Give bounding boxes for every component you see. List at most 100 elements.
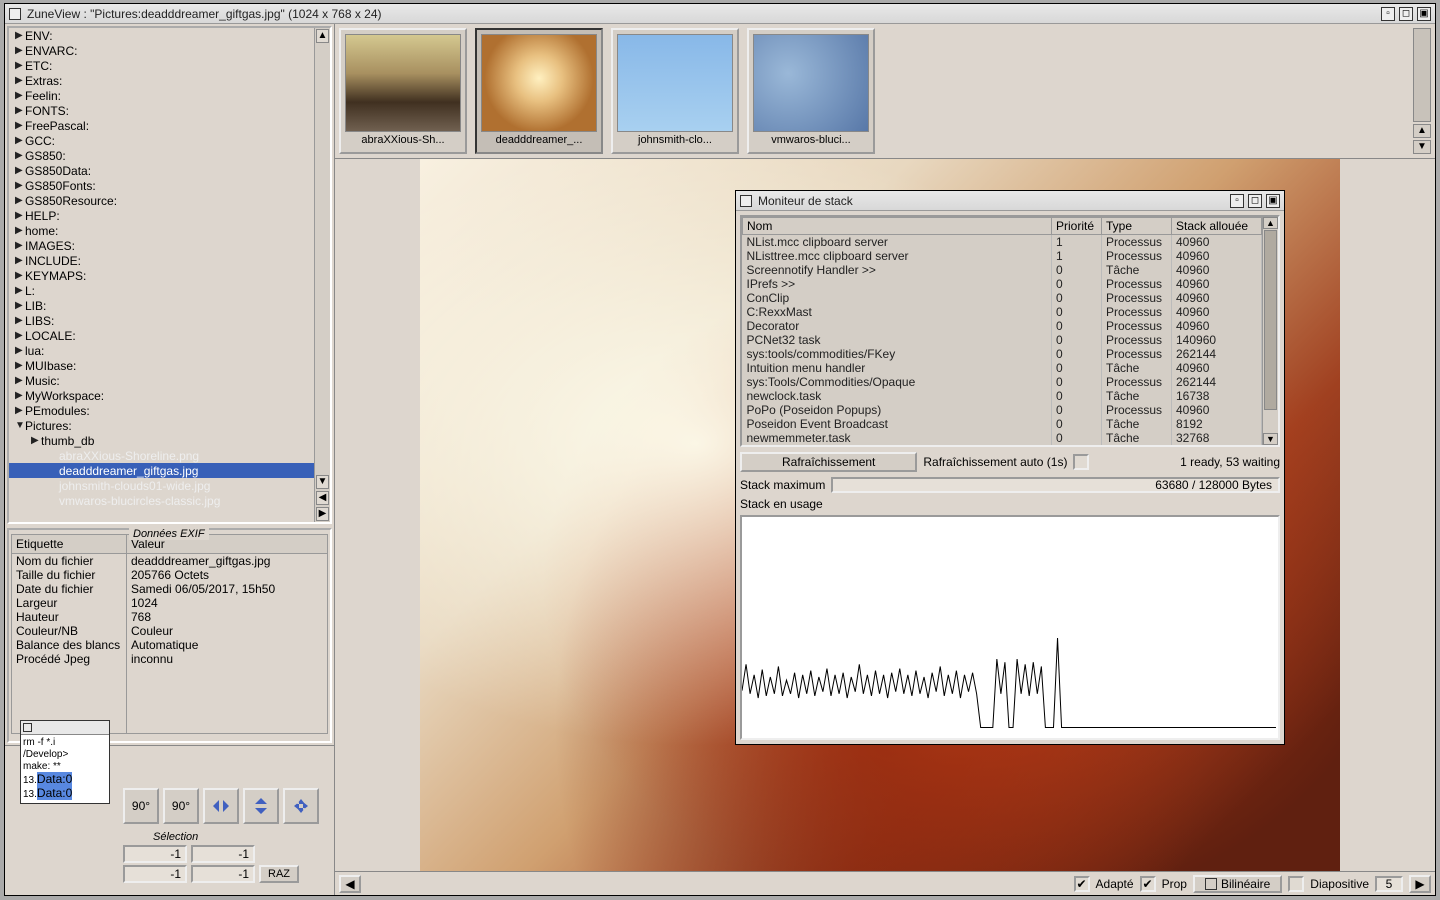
sel-y1[interactable]: [191, 845, 255, 863]
tree-item[interactable]: ▶ GS850Data:: [9, 163, 314, 178]
tree-item[interactable]: ▶ HELP:: [9, 208, 314, 223]
process-row[interactable]: newmemmeter.task0Tâche32768: [743, 431, 1262, 445]
tree-item[interactable]: ▶ GS850Fonts:: [9, 178, 314, 193]
tree-item[interactable]: johnsmith-clouds01-wide.jpg: [9, 478, 314, 493]
process-row[interactable]: PoPo (Poseidon Popups)0Processus40960: [743, 403, 1262, 417]
process-row[interactable]: Intuition menu handler0Tâche40960: [743, 361, 1262, 375]
tree-item[interactable]: ▶ GCC:: [9, 133, 314, 148]
raz-button[interactable]: RAZ: [259, 865, 299, 883]
tree-item[interactable]: ▶ ENV:: [9, 28, 314, 43]
tree-item[interactable]: ▶ lua:: [9, 343, 314, 358]
monitor-close-icon[interactable]: [740, 195, 752, 207]
auto-refresh-checkbox[interactable]: [1073, 454, 1089, 470]
process-row[interactable]: NList.mcc clipboard server1Processus4096…: [743, 235, 1262, 250]
monitor-scrollbar[interactable]: ▲ ▼: [1262, 217, 1278, 445]
flip-v-button[interactable]: [243, 788, 279, 824]
process-row[interactable]: sys:tools/commodities/FKey0Processus2621…: [743, 347, 1262, 361]
tree-item[interactable]: ▶ IMAGES:: [9, 238, 314, 253]
tree-item[interactable]: ▶ home:: [9, 223, 314, 238]
thumbs-scrollbar[interactable]: ▲ ▼: [1413, 28, 1431, 154]
process-row[interactable]: C:RexxMast0Processus40960: [743, 305, 1262, 319]
process-row[interactable]: NListtree.mcc clipboard server1Processus…: [743, 249, 1262, 263]
refresh-button[interactable]: Rafraîchissement: [740, 452, 917, 472]
process-row[interactable]: sys:Tools/Commodities/Opaque0Processus26…: [743, 375, 1262, 389]
tree-item[interactable]: ▶ GS850Resource:: [9, 193, 314, 208]
process-row[interactable]: PCNet32 task0Processus140960: [743, 333, 1262, 347]
flip-h-button[interactable]: [203, 788, 239, 824]
sel-x2[interactable]: [123, 865, 187, 883]
thumbnail-card[interactable]: deadddreamer_...: [475, 28, 603, 154]
tree-item[interactable]: ▶ FONTS:: [9, 103, 314, 118]
rotate-right-button[interactable]: 90°: [163, 788, 199, 824]
console-close-icon[interactable]: [23, 723, 32, 732]
prop-checkbox[interactable]: ✔: [1140, 876, 1156, 892]
thumbnail-card[interactable]: vmwaros-bluci...: [747, 28, 875, 154]
diapo-value[interactable]: 5: [1375, 876, 1403, 892]
scroll-right-icon[interactable]: ▶: [316, 507, 329, 521]
scroll-down-icon[interactable]: ▼: [316, 475, 329, 489]
tree-item[interactable]: ▶ ETC:: [9, 58, 314, 73]
tree-scrollbar[interactable]: ▲ ▼ ◀ ▶: [314, 28, 330, 522]
process-row[interactable]: ConClip0Processus40960: [743, 291, 1262, 305]
iconify-icon[interactable]: ▫: [1381, 7, 1395, 21]
tree-item[interactable]: ▶ thumb_db: [9, 433, 314, 448]
main-titlebar[interactable]: ZuneView : "Pictures:deadddreamer_giftga…: [5, 4, 1435, 24]
process-row[interactable]: Decorator0Processus40960: [743, 319, 1262, 333]
process-row[interactable]: newclock.task0Tâche16738: [743, 389, 1262, 403]
tree-item[interactable]: abraXXious-Shoreline.png: [9, 448, 314, 463]
monitor-depth-icon[interactable]: ▣: [1266, 194, 1280, 208]
sel-y2[interactable]: [191, 865, 255, 883]
tree-item[interactable]: ▶ Music:: [9, 373, 314, 388]
tree-item[interactable]: ▶ GS850:: [9, 148, 314, 163]
rotate-left-button[interactable]: 90°: [123, 788, 159, 824]
process-row[interactable]: IPrefs >>0Processus40960: [743, 277, 1262, 291]
tree-item[interactable]: ▼ Pictures:: [9, 418, 314, 433]
console-window[interactable]: rm -f *.i/Develop>make: **13.Data:013.Da…: [20, 720, 110, 804]
tree-item[interactable]: ▶ Extras:: [9, 73, 314, 88]
thumbnail-card[interactable]: johnsmith-clo...: [611, 28, 739, 154]
tree-item[interactable]: ▶ LOCALE:: [9, 328, 314, 343]
col-type[interactable]: Type: [1102, 218, 1172, 235]
tree-item[interactable]: ▶ ENVARC:: [9, 43, 314, 58]
tree-item[interactable]: ▶ KEYMAPS:: [9, 268, 314, 283]
adapte-checkbox[interactable]: ✔: [1074, 876, 1090, 892]
prop-label: Prop: [1162, 877, 1187, 891]
tree-item[interactable]: ▶ Feelin:: [9, 88, 314, 103]
col-priorite[interactable]: Priorité: [1052, 218, 1102, 235]
filter-cycle[interactable]: Bilinéaire: [1193, 875, 1282, 893]
scroll-left-icon[interactable]: ◀: [316, 491, 329, 505]
tree-item[interactable]: vmwaros-blucircles-classic.jpg: [9, 493, 314, 508]
thumbs-up-icon[interactable]: ▲: [1413, 124, 1431, 138]
process-table[interactable]: Nom Priorité Type Stack allouée NList.mc…: [740, 215, 1280, 447]
tree-item[interactable]: deadddreamer_giftgas.jpg: [9, 463, 314, 478]
zoom-icon[interactable]: ◻: [1399, 7, 1413, 21]
tree-item[interactable]: ▶ L:: [9, 283, 314, 298]
scroll-up-icon[interactable]: ▲: [316, 29, 329, 43]
prev-image-button[interactable]: ◀: [339, 875, 361, 893]
tree-item[interactable]: ▶ LIB:: [9, 298, 314, 313]
mon-scroll-down-icon[interactable]: ▼: [1263, 433, 1278, 445]
folder-tree[interactable]: ▶ ENV:▶ ENVARC:▶ ETC:▶ Extras:▶ Feelin:▶…: [7, 26, 332, 524]
thumbnail-card[interactable]: abraXXious-Sh...: [339, 28, 467, 154]
thumbs-down-icon[interactable]: ▼: [1413, 140, 1431, 154]
depth-icon[interactable]: ▣: [1417, 7, 1431, 21]
col-nom[interactable]: Nom: [743, 218, 1052, 235]
diapo-checkbox[interactable]: [1288, 876, 1304, 892]
monitor-zoom-icon[interactable]: ◻: [1248, 194, 1262, 208]
monitor-titlebar[interactable]: Moniteur de stack ▫ ◻ ▣: [736, 191, 1284, 211]
resize-button[interactable]: [283, 788, 319, 824]
tree-item[interactable]: ▶ LIBS:: [9, 313, 314, 328]
tree-item[interactable]: ▶ FreePascal:: [9, 118, 314, 133]
process-row[interactable]: Screennotify Handler >>0Tâche40960: [743, 263, 1262, 277]
tree-item[interactable]: ▶ PEmodules:: [9, 403, 314, 418]
col-stack[interactable]: Stack allouée: [1172, 218, 1262, 235]
sel-x1[interactable]: [123, 845, 187, 863]
process-row[interactable]: Poseidon Event Broadcast0Tâche8192: [743, 417, 1262, 431]
next-image-button[interactable]: ▶: [1409, 875, 1431, 893]
close-icon[interactable]: [9, 8, 21, 20]
tree-item[interactable]: ▶ MUIbase:: [9, 358, 314, 373]
monitor-iconify-icon[interactable]: ▫: [1230, 194, 1244, 208]
tree-item[interactable]: ▶ INCLUDE:: [9, 253, 314, 268]
tree-item[interactable]: ▶ MyWorkspace:: [9, 388, 314, 403]
mon-scroll-up-icon[interactable]: ▲: [1263, 217, 1278, 229]
